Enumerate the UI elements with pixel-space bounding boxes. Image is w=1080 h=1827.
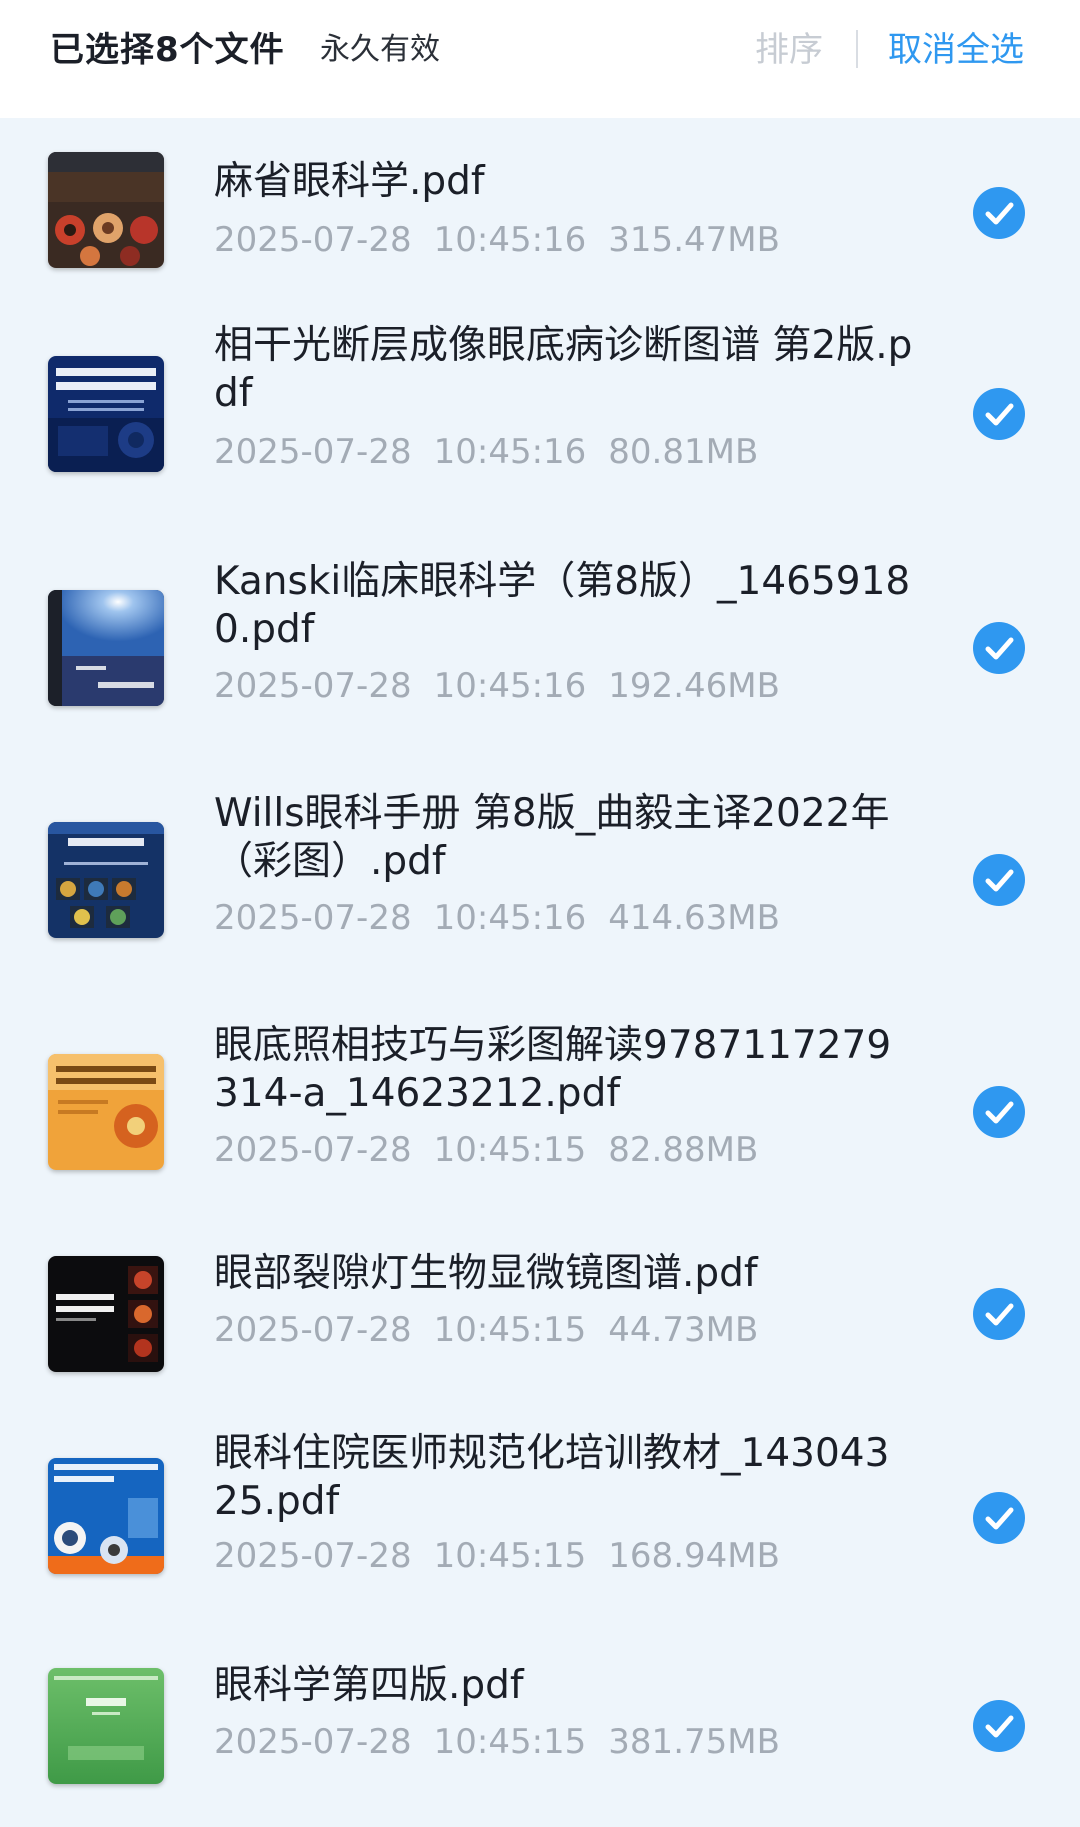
file-thumbnail-cover [48,356,164,472]
file-size: 168.94MB [608,1536,780,1576]
file-size: 381.75MB [608,1722,780,1762]
file-meta: 2025-07-28 10:45:16 80.81MB [214,430,758,474]
deselect-all-button[interactable]: 取消全选 [888,28,1024,72]
file-row[interactable]: Kanski临床眼科学（第8版）_14659180.pdf 2025-07-28… [0,554,1080,786]
file-thumbnail-cover [48,152,164,268]
sort-button[interactable]: 排序 [755,28,823,72]
file-time: 10:45:15 [433,1310,587,1350]
selection-header: 已选择8个文件 永久有效 排序 取消全选 [0,0,1080,118]
file-name: 麻省眼科学.pdf [214,159,485,204]
header-divider [856,30,858,68]
file-size: 192.46MB [608,666,780,706]
file-meta: 2025-07-28 10:45:15 168.94MB [214,1534,780,1578]
file-row[interactable]: 眼部裂隙灯生物显微镜图谱.pdf 2025-07-28 10:45:15 44.73… [0,1250,1080,1430]
file-time: 10:45:16 [433,432,587,472]
file-size: 315.47MB [608,220,780,260]
file-row[interactable]: Wills眼科手册 第8版_曲毅主译2022年（彩图）.pdf 2025-07-… [0,786,1080,1018]
file-meta: 2025-07-28 10:45:15 82.88MB [214,1128,758,1172]
file-time: 10:45:15 [433,1130,587,1170]
file-date: 2025-07-28 [214,220,412,260]
check-circle-icon[interactable] [973,388,1025,440]
file-time: 10:45:16 [433,666,587,706]
file-date: 2025-07-28 [214,1310,412,1350]
file-name: 眼科学第四版.pdf [214,1663,524,1708]
check-circle-icon[interactable] [973,1288,1025,1340]
check-circle-icon[interactable] [973,622,1025,674]
file-name: 眼底照相技巧与彩图解读9787117279314-a_14623212.pdf [214,1023,892,1116]
file-size: 44.73MB [608,1310,759,1350]
file-meta: 2025-07-28 10:45:16 315.47MB [214,218,780,262]
link-validity-label[interactable]: 永久有效 [320,30,440,70]
file-meta: 2025-07-28 10:45:16 414.63MB [214,896,780,940]
selection-count-title: 已选择8个文件 [50,30,285,70]
check-circle-icon[interactable] [973,187,1025,239]
file-date: 2025-07-28 [214,1130,412,1170]
file-row[interactable]: 麻省眼科学.pdf 2025-07-28 10:45:16 315.47MB [0,118,1080,318]
file-thumbnail-cover [48,590,164,706]
file-name: 眼科住院医师规范化培训教材_14304325.pdf [214,1431,890,1524]
file-date: 2025-07-28 [214,1722,412,1762]
file-thumbnail-cover [48,1458,164,1574]
file-name: Wills眼科手册 第8版_曲毅主译2022年（彩图）.pdf [214,791,890,884]
file-date: 2025-07-28 [214,432,412,472]
file-size: 82.88MB [608,1130,759,1170]
file-size: 414.63MB [608,898,780,938]
file-row[interactable]: 相干光断层成像眼底病诊断图谱 第2版.pdf 2025-07-28 10:45:1… [0,318,1080,554]
file-meta: 2025-07-28 10:45:15 44.73MB [214,1308,758,1352]
file-date: 2025-07-28 [214,1536,412,1576]
file-row[interactable]: 眼底照相技巧与彩图解读9787117279314-a_14623212.pdf … [0,1018,1080,1250]
file-thumbnail-cover [48,822,164,938]
file-date: 2025-07-28 [214,666,412,706]
file-thumbnail-cover [48,1256,164,1372]
file-name: 眼部裂隙灯生物显微镜图谱.pdf [214,1251,758,1296]
check-circle-icon[interactable] [973,1086,1025,1138]
file-time: 10:45:15 [433,1722,587,1762]
file-time: 10:45:16 [433,220,587,260]
file-meta: 2025-07-28 10:45:15 381.75MB [214,1720,780,1764]
file-name: Kanski临床眼科学（第8版）_14659180.pdf [214,559,911,652]
file-time: 10:45:15 [433,1536,587,1576]
file-time: 10:45:16 [433,898,587,938]
check-circle-icon[interactable] [973,1492,1025,1544]
file-thumbnail-cover [48,1054,164,1170]
file-date: 2025-07-28 [214,898,412,938]
file-row[interactable]: 眼科学第四版.pdf 2025-07-28 10:45:15 381.75MB [0,1662,1080,1827]
file-row[interactable]: 眼科住院医师规范化培训教材_14304325.pdf 2025-07-28 10:… [0,1430,1080,1662]
file-thumbnail-cover [48,1668,164,1784]
file-name: 相干光断层成像眼底病诊断图谱 第2版.pdf [214,323,913,416]
check-circle-icon[interactable] [973,1700,1025,1752]
file-meta: 2025-07-28 10:45:16 192.46MB [214,664,780,708]
file-size: 80.81MB [608,432,759,472]
check-circle-icon[interactable] [973,854,1025,906]
